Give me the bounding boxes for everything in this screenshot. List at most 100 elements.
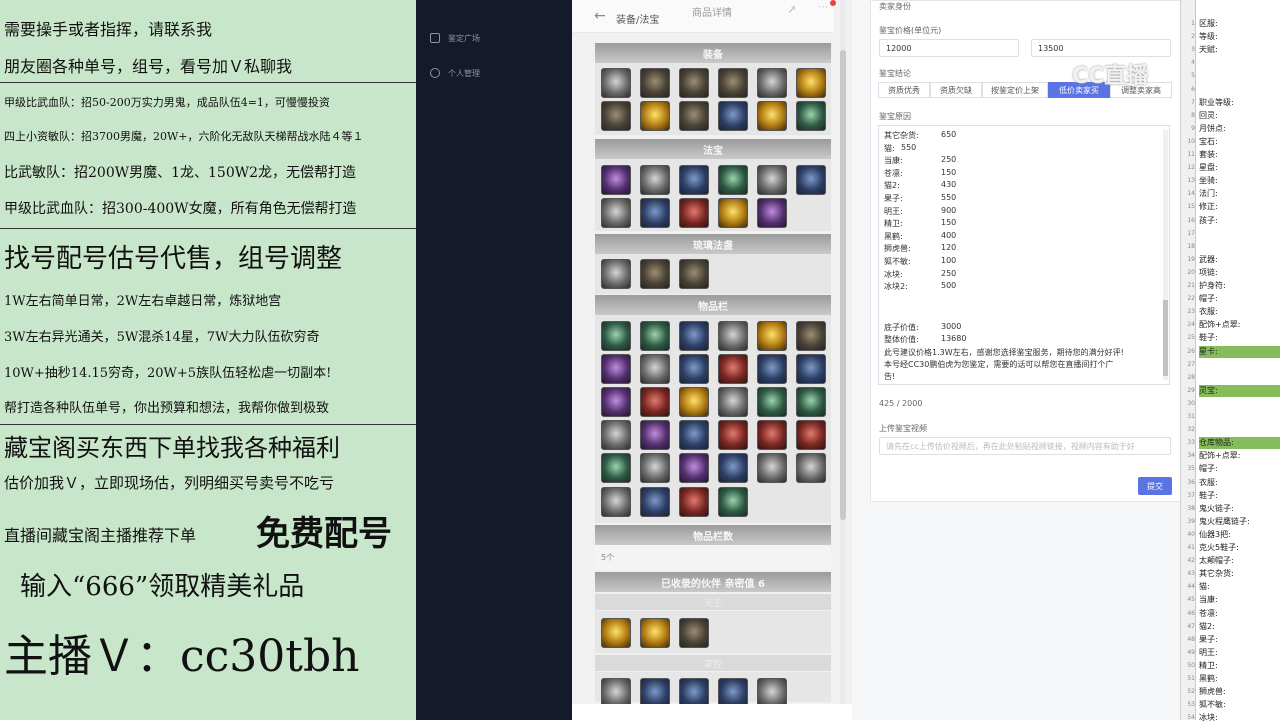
- sheet-cell[interactable]: 鬼火程鹰链子:: [1199, 516, 1280, 528]
- sheet-cell[interactable]: 项链:: [1199, 267, 1280, 279]
- equipment-item[interactable]: [640, 101, 670, 131]
- inventory-item[interactable]: [796, 453, 826, 483]
- sheet-cell[interactable]: 当康:: [1199, 594, 1280, 606]
- inventory-item[interactable]: [640, 354, 670, 384]
- sheet-cell[interactable]: 护身符:: [1199, 280, 1280, 292]
- equipment-item[interactable]: [718, 68, 748, 98]
- inventory-item[interactable]: [640, 387, 670, 417]
- sheet-cell[interactable]: 配饰+点翠:: [1199, 450, 1280, 462]
- inventory-item[interactable]: [679, 387, 709, 417]
- inventory-item[interactable]: [601, 420, 631, 450]
- textarea-scrollbar[interactable]: [1163, 130, 1168, 380]
- equipment-item[interactable]: [601, 68, 631, 98]
- textarea-scroll-thumb[interactable]: [1163, 300, 1168, 376]
- partner-item[interactable]: [601, 618, 631, 648]
- partner-item[interactable]: [679, 618, 709, 648]
- inventory-item[interactable]: [679, 354, 709, 384]
- sheet-cell[interactable]: 修正:: [1199, 201, 1280, 213]
- fabao-item[interactable]: [796, 165, 826, 195]
- inventory-item[interactable]: [640, 420, 670, 450]
- sheet-cell[interactable]: 仓库物品:: [1199, 437, 1280, 450]
- sheet-cell[interactable]: 区服:: [1199, 18, 1280, 30]
- sheet-cell[interactable]: 狐不敏:: [1199, 699, 1280, 711]
- conclusion-option-2[interactable]: 资质欠缺: [930, 82, 982, 98]
- equipment-item[interactable]: [679, 68, 709, 98]
- sheet-cell[interactable]: [1199, 398, 1280, 410]
- inventory-item[interactable]: [757, 387, 787, 417]
- sheet-cell[interactable]: 等级:: [1199, 31, 1280, 43]
- fabao-item[interactable]: [601, 198, 631, 228]
- fabao-item[interactable]: [718, 198, 748, 228]
- inventory-item[interactable]: [796, 354, 826, 384]
- inventory-item[interactable]: [601, 387, 631, 417]
- inventory-item[interactable]: [718, 321, 748, 351]
- sheet-cell[interactable]: 狮虎兽:: [1199, 686, 1280, 698]
- equipment-item[interactable]: [757, 101, 787, 131]
- sheet-cell[interactable]: 套装:: [1199, 149, 1280, 161]
- inventory-item[interactable]: [718, 354, 748, 384]
- inventory-item[interactable]: [757, 321, 787, 351]
- price-min-input[interactable]: 12000: [879, 39, 1019, 57]
- sheet-cell[interactable]: 果子:: [1199, 634, 1280, 646]
- sheet-cell[interactable]: 鞋子:: [1199, 332, 1280, 344]
- sheet-cell[interactable]: 坐骑:: [1199, 175, 1280, 187]
- fabao-item[interactable]: [640, 198, 670, 228]
- inventory-item[interactable]: [796, 420, 826, 450]
- inventory-item[interactable]: [601, 354, 631, 384]
- sheet-cell[interactable]: 职业等级:: [1199, 97, 1280, 109]
- equipment-item[interactable]: [796, 68, 826, 98]
- submit-button[interactable]: 提交: [1138, 477, 1172, 495]
- sheet-cell[interactable]: [1199, 84, 1280, 96]
- inventory-item[interactable]: [718, 453, 748, 483]
- lamp-item[interactable]: [679, 259, 709, 289]
- reason-textarea[interactable]: 其它杂货: 650 猫: 550 当康: 250 苍凛: 150 猫2: 430 果子: 550 明王:…: [878, 125, 1170, 385]
- back-arrow-icon[interactable]: ←: [594, 8, 606, 24]
- sheet-cell[interactable]: 天赋:: [1199, 44, 1280, 56]
- sheet-cell[interactable]: 法门:: [1199, 188, 1280, 200]
- scrollbar-thumb[interactable]: [840, 50, 846, 520]
- inventory-item[interactable]: [718, 387, 748, 417]
- partner-item[interactable]: [640, 618, 670, 648]
- sheet-cell[interactable]: 鞋子:: [1199, 490, 1280, 502]
- lamp-item[interactable]: [601, 259, 631, 289]
- fabao-item[interactable]: [679, 165, 709, 195]
- conclusion-option-3[interactable]: 按鉴定价上架: [982, 82, 1048, 98]
- more-icon[interactable]: ⋯: [818, 2, 828, 13]
- inventory-item[interactable]: [796, 321, 826, 351]
- sheet-cell[interactable]: 猫2:: [1199, 621, 1280, 633]
- inventory-item[interactable]: [718, 420, 748, 450]
- sheet-cell[interactable]: 猫:: [1199, 581, 1280, 593]
- sheet-cell[interactable]: 黑鹤:: [1199, 673, 1280, 685]
- inventory-item[interactable]: [718, 487, 748, 517]
- equipment-item[interactable]: [796, 101, 826, 131]
- sheet-cell[interactable]: 太颠帽子:: [1199, 555, 1280, 567]
- fabao-item[interactable]: [757, 198, 787, 228]
- equipment-item[interactable]: [718, 101, 748, 131]
- inventory-item[interactable]: [679, 321, 709, 351]
- equipment-item[interactable]: [601, 101, 631, 131]
- back-label[interactable]: 装备/法宝: [616, 11, 659, 26]
- fabao-item[interactable]: [640, 165, 670, 195]
- sheet-cell[interactable]: [1199, 424, 1280, 436]
- sheet-cell[interactable]: 配饰+点翠:: [1199, 319, 1280, 331]
- lamp-item[interactable]: [640, 259, 670, 289]
- sheet-cell[interactable]: [1199, 241, 1280, 253]
- fabao-item[interactable]: [679, 198, 709, 228]
- inventory-item[interactable]: [757, 453, 787, 483]
- sheet-cell[interactable]: 仙器3把:: [1199, 529, 1280, 541]
- sheet-cell[interactable]: 精卫:: [1199, 660, 1280, 672]
- sheet-cell[interactable]: 星盘:: [1199, 162, 1280, 174]
- sheet-cell[interactable]: 回灵:: [1199, 110, 1280, 122]
- sheet-cell[interactable]: [1199, 228, 1280, 240]
- sheet-cell[interactable]: 衣服:: [1199, 477, 1280, 489]
- inventory-item[interactable]: [640, 321, 670, 351]
- sheet-cell[interactable]: 帽子:: [1199, 293, 1280, 305]
- inventory-item[interactable]: [640, 453, 670, 483]
- sheet-cell[interactable]: [1199, 70, 1280, 82]
- conclusion-option-1[interactable]: 资质优秀: [878, 82, 930, 98]
- share-icon[interactable]: ↗: [787, 3, 796, 16]
- equipment-item[interactable]: [640, 68, 670, 98]
- video-link-input[interactable]: 请先在cc上传估价视频后，再在此处粘贴视频链接，视频内容有助于好: [879, 437, 1171, 455]
- inventory-item[interactable]: [757, 420, 787, 450]
- sheet-cell[interactable]: 冰块:: [1199, 712, 1280, 724]
